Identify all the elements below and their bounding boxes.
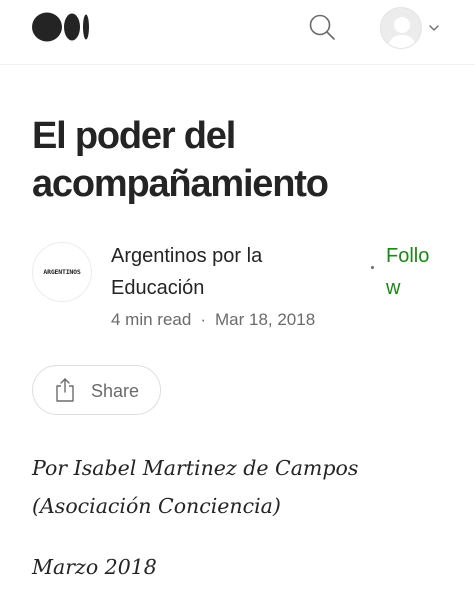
follow-button[interactable]: Follow <box>386 240 436 304</box>
article-meta: 4 min read · Mar 18, 2018 <box>111 308 315 332</box>
publication-avatar[interactable]: ARGENTINOS <box>32 242 92 302</box>
article-byline-paragraph: Por Isabel Martinez de Campos (Asociació… <box>32 456 359 518</box>
search-icon[interactable] <box>307 12 337 42</box>
medium-logo-icon[interactable] <box>32 12 92 42</box>
share-label: Share <box>91 381 140 401</box>
article-date-paragraph: Marzo 2018 <box>32 555 157 579</box>
share-button[interactable]: Share <box>32 365 161 415</box>
share-icon <box>56 378 74 402</box>
chevron-down-icon <box>429 25 439 31</box>
read-time: 4 min read <box>111 310 192 329</box>
meta-separator: · <box>200 310 206 329</box>
article-title: El poder del acompañamiento <box>32 115 329 205</box>
user-menu-button[interactable] <box>380 7 442 49</box>
publication-name[interactable]: Argentinos por la Educación <box>111 240 351 304</box>
top-bar <box>0 0 475 65</box>
separator-dot <box>371 266 374 269</box>
publication-logo-text: ARGENTINOS <box>43 268 81 276</box>
user-avatar-icon <box>380 7 422 49</box>
publish-date: Mar 18, 2018 <box>215 310 316 329</box>
